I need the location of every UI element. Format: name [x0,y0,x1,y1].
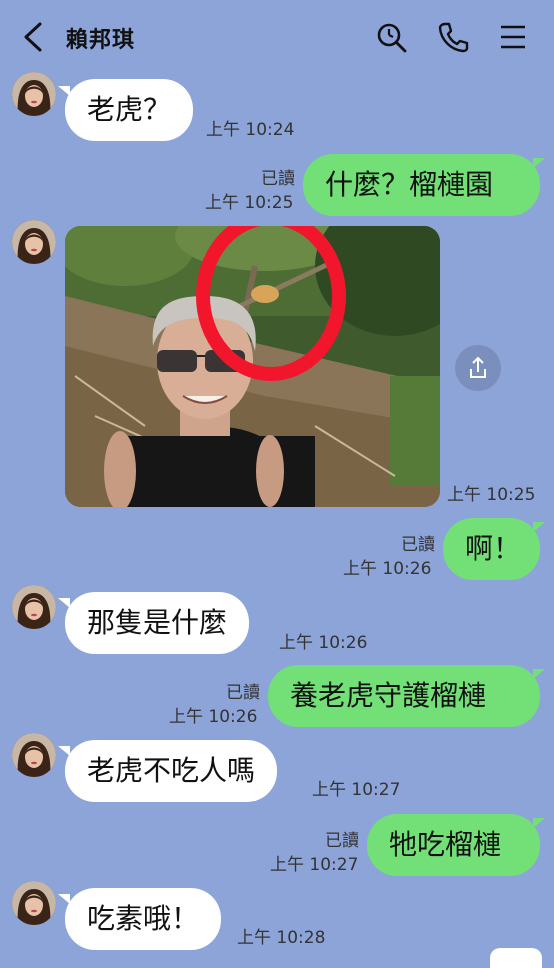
message-bubble-outgoing[interactable]: 牠吃榴槤 [367,814,540,876]
photo-message[interactable] [65,226,440,507]
scroll-to-bottom-button[interactable] [490,948,542,968]
hamburger-menu-icon[interactable] [497,20,531,54]
avatar-image [12,733,56,777]
message-bubble-outgoing[interactable]: 養老虎守護榴槤 [268,665,540,727]
avatar[interactable] [12,220,56,264]
message-bubble-incoming[interactable]: 老虎不吃人嗎 [65,740,278,802]
message-bubble-incoming[interactable]: 吃素哦！ [65,888,222,950]
message-time: 上午 10:28 [237,928,326,948]
read-receipt: 已讀 [226,683,260,703]
message-time: 上午 10:26 [279,633,368,653]
bubble-tail [533,818,545,828]
message-time: 上午 10:27 [312,780,401,800]
avatar-image [12,881,56,925]
avatar-image [12,72,56,116]
selfie-photo [65,226,440,507]
avatar[interactable] [12,881,56,925]
avatar[interactable] [12,585,56,629]
avatar-image [12,585,56,629]
read-receipt: 已讀 [261,169,295,189]
message-time: 上午 10:27 [270,855,359,875]
read-receipt: 已讀 [325,831,359,851]
avatar[interactable] [12,72,56,116]
bubble-tail [533,522,545,532]
search-icon[interactable] [374,20,408,54]
share-button[interactable] [455,345,501,391]
bubble-tail [533,158,545,168]
chevron-left-icon[interactable] [18,20,48,54]
avatar-image [12,220,56,264]
message-time: 上午 10:24 [206,120,295,140]
avatar[interactable] [12,733,56,777]
message-bubble-outgoing[interactable]: 啊！ [443,518,540,580]
read-receipt: 已讀 [401,535,435,555]
message-bubble-incoming[interactable]: 老虎？ [65,79,194,141]
message-time: 上午 10:25 [205,193,294,213]
message-time: 上午 10:26 [169,707,258,727]
message-bubble-incoming[interactable]: 那隻是什麼 [65,592,250,654]
message-time: 上午 10:26 [343,559,432,579]
bubble-tail [533,669,545,679]
contact-name[interactable]: 賴邦琪 [66,22,135,54]
message-time: 上午 10:25 [447,485,536,505]
phone-icon[interactable] [436,20,470,54]
chat-header: 賴邦琪 [0,0,554,70]
share-icon [470,356,486,378]
message-bubble-outgoing[interactable]: 什麼？榴槤園 [303,154,540,216]
